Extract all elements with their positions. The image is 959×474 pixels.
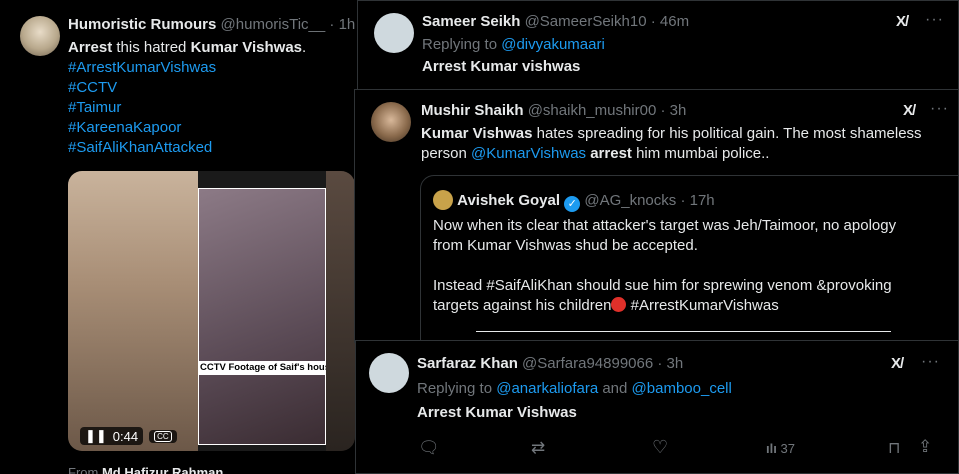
from-attribution: From Md Hafizur Rahman — [68, 465, 224, 474]
avatar[interactable] — [374, 13, 414, 53]
tweet-card-sameer-seikh[interactable]: Sameer Seikh @SameerSeikh10 · 46m X/ ···… — [357, 0, 959, 90]
views-count: 37 — [780, 441, 795, 456]
handle[interactable]: @AG_knocks — [584, 192, 676, 209]
retweet-icon[interactable]: ⇄ — [531, 438, 545, 458]
tweet-text: Arrest Kumar vishwas — [422, 58, 581, 75]
grok-icon[interactable]: X/ — [891, 355, 904, 372]
replying-to: Replying to @divyakumaari — [422, 36, 605, 53]
handle[interactable]: @SameerSeikh10 — [525, 13, 647, 30]
tweet-card-humoristic-rumours[interactable]: Humoristic Rumours @humorisTic__ · 1h Ar… — [0, 0, 356, 474]
tweet-text: Kumar Vishwas hates spreading for his po… — [421, 125, 922, 162]
mention-link[interactable]: @KumarVishwas — [471, 145, 586, 162]
timestamp[interactable]: 1h — [339, 16, 356, 33]
timestamp[interactable]: 17h — [690, 192, 715, 209]
avatar[interactable] — [20, 16, 60, 56]
pause-icon[interactable]: ❚❚ — [85, 428, 107, 444]
separator: · — [329, 16, 335, 33]
tweet-header: Sarfaraz Khan @Sarfara94899066 · 3h — [417, 355, 684, 372]
avatar[interactable] — [371, 102, 411, 142]
tweet-header: Humoristic Rumours @humorisTic__ · 1h — [68, 16, 355, 33]
video-frame-right — [326, 171, 355, 451]
reply-icon[interactable]: 🗨 — [418, 438, 440, 458]
hashtag-link[interactable]: #SaifAliKhanAttacked — [68, 138, 216, 158]
tweet-text: Arrest this hatred Kumar Vishwas. — [68, 39, 307, 56]
tweet-text: Arrest Kumar Vishwas — [417, 404, 577, 421]
bookmark-icon[interactable]: ⊓ — [888, 438, 900, 458]
video-frame-cctv — [198, 188, 326, 445]
quote-header: Avishek Goyal ✓ @AG_knocks · 17h — [433, 190, 715, 212]
more-options-icon[interactable]: ··· — [921, 353, 940, 371]
video-controls: ❚❚ 0:44 CC — [80, 427, 177, 445]
hashtag-link[interactable]: #KareenaKapoor — [68, 118, 216, 138]
angry-emoji-icon — [611, 297, 627, 312]
more-options-icon[interactable]: ··· — [930, 100, 949, 118]
video-frame-speaker — [68, 171, 198, 451]
tweet-card-sarfaraz-khan[interactable]: Sarfaraz Khan @Sarfara94899066 · 3h X/ ·… — [355, 340, 959, 474]
timestamp[interactable]: 3h — [667, 355, 684, 372]
hashtag-link[interactable]: #ArrestKumarVishwas — [631, 297, 779, 314]
like-icon[interactable]: ♡ — [652, 437, 668, 458]
handle[interactable]: @humorisTic__ — [221, 16, 326, 33]
tweet-header: Mushir Shaikh @shaikh_mushir00 · 3h — [421, 102, 687, 119]
hashtag-link[interactable]: #ArrestKumarVishwas — [68, 58, 216, 78]
display-name[interactable]: Humoristic Rumours — [68, 16, 216, 33]
views-icon: ılı — [766, 441, 777, 456]
grok-icon[interactable]: X/ — [903, 102, 916, 119]
timestamp[interactable]: 3h — [670, 102, 687, 119]
video-caption: CCTV Footage of Saif's house — [198, 361, 326, 375]
quote-text: Now when its clear that attacker's targe… — [433, 217, 897, 314]
avatar[interactable] — [433, 190, 453, 210]
more-options-icon[interactable]: ··· — [925, 11, 944, 29]
video-media[interactable]: CCTV Footage of Saif's house ❚❚ 0:44 CC — [68, 171, 355, 451]
captions-button[interactable]: CC — [149, 429, 177, 443]
quoted-tweet[interactable]: Avishek Goyal ✓ @AG_knocks · 17h Now whe… — [420, 175, 959, 355]
display-name[interactable]: Avishek Goyal — [457, 192, 560, 209]
views-button[interactable]: ılı 37 — [766, 441, 795, 456]
handle[interactable]: @Sarfara94899066 — [522, 355, 653, 372]
timestamp[interactable]: 46m — [660, 13, 689, 30]
video-time: 0:44 — [112, 428, 139, 444]
display-name[interactable]: Mushir Shaikh — [421, 102, 524, 119]
hashtag-link[interactable]: #Taimur — [68, 98, 216, 118]
replying-to: Replying to @anarkaliofara and @bamboo_c… — [417, 380, 732, 397]
avatar[interactable] — [369, 353, 409, 393]
tweet-header: Sameer Seikh @SameerSeikh10 · 46m — [422, 13, 690, 30]
handle[interactable]: @shaikh_mushir00 — [528, 102, 657, 119]
hashtag-list: #ArrestKumarVishwas #CCTV #Taimur #Karee… — [68, 58, 216, 158]
display-name[interactable]: Sameer Seikh — [422, 13, 520, 30]
mention-link[interactable]: @divyakumaari — [501, 36, 605, 53]
hashtag-link[interactable]: #CCTV — [68, 78, 216, 98]
verified-badge-icon: ✓ — [564, 196, 581, 212]
quote-divider — [476, 331, 891, 332]
captions-icon: CC — [154, 430, 172, 442]
mention-link[interactable]: @bamboo_cell — [632, 380, 732, 397]
share-icon[interactable]: ⇪ — [918, 437, 932, 457]
display-name[interactable]: Sarfaraz Khan — [417, 355, 518, 372]
play-time-pill[interactable]: ❚❚ 0:44 — [80, 427, 144, 445]
grok-icon[interactable]: X/ — [896, 13, 909, 30]
mention-link[interactable]: @anarkaliofara — [496, 380, 598, 397]
